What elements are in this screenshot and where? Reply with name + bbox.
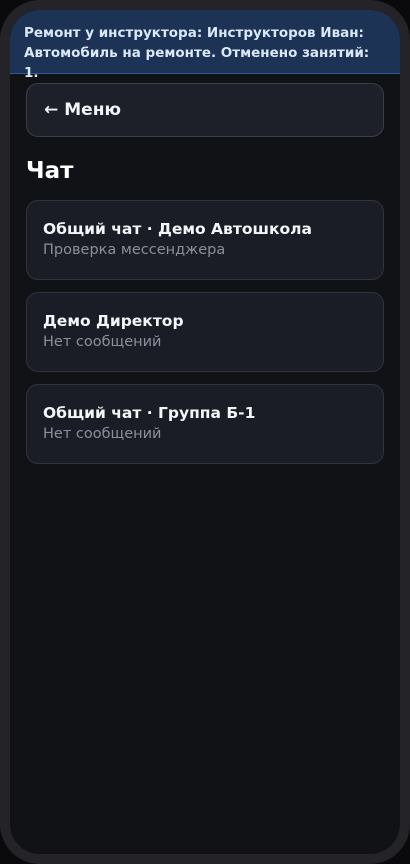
- chat-title: Демо Директор: [43, 312, 184, 330]
- back-button-label: Меню: [64, 100, 121, 120]
- back-arrow-icon: ←: [44, 100, 59, 120]
- notification-banner: Ремонт у инструктора: Инструкторов Иван:…: [10, 10, 400, 81]
- app-screen: Ремонт у инструктора: Инструкторов Иван:…: [10, 10, 400, 854]
- chat-title: Общий чат · Демо Автошкола: [43, 220, 312, 238]
- chat-list: Общий чат · Демо Автошкола Проверка месс…: [26, 200, 384, 476]
- chat-item[interactable]: Общий чат · Группа Б-1 Нет сообщений: [26, 384, 384, 464]
- phone-frame: Ремонт у инструктора: Инструкторов Иван:…: [0, 0, 410, 864]
- back-to-menu-button[interactable]: ← Меню: [26, 83, 384, 137]
- chat-last-message: Проверка мессенджера: [43, 242, 226, 258]
- notification-text: Ремонт у инструктора: Инструкторов Иван:…: [24, 25, 370, 81]
- chat-title: Общий чат · Группа Б-1: [43, 404, 256, 422]
- page-title: Чат: [26, 158, 74, 184]
- chat-last-message: Нет сообщений: [43, 426, 162, 442]
- chat-item[interactable]: Демо Директор Нет сообщений: [26, 292, 384, 372]
- chat-last-message: Нет сообщений: [43, 334, 162, 350]
- chat-item[interactable]: Общий чат · Демо Автошкола Проверка месс…: [26, 200, 384, 280]
